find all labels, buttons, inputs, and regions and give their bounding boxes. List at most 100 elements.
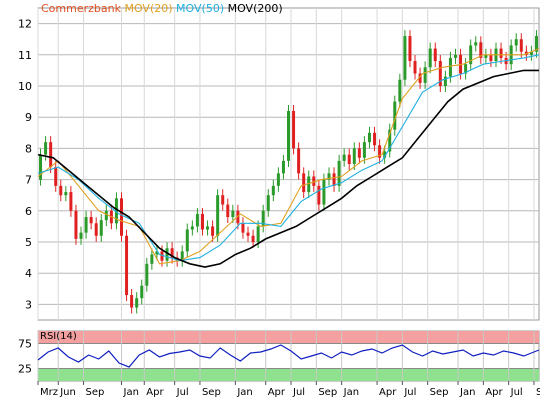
candle-body <box>357 148 361 158</box>
price-tick-label: 6 <box>25 205 32 218</box>
x-tick-label: Jul <box>292 387 305 398</box>
candle-body <box>216 195 220 236</box>
x-tick-label: Apr <box>485 387 503 398</box>
x-tick-label: Sep <box>318 387 337 398</box>
candle-body <box>474 42 478 46</box>
candle-body <box>190 226 194 230</box>
candle-body <box>69 192 73 211</box>
candle-body <box>49 142 53 168</box>
candle-body <box>211 226 215 236</box>
legend-entry: Commerzbank <box>41 2 122 15</box>
candle-body <box>104 210 108 221</box>
legend-entry: MOV(20) <box>121 2 173 15</box>
candle-body <box>297 148 301 174</box>
price-tick-label: 10 <box>18 80 32 93</box>
candle-body <box>130 295 134 308</box>
candle-body <box>99 220 103 236</box>
candle-body <box>226 204 230 218</box>
price-tick-label: 12 <box>18 18 32 31</box>
candle-body <box>206 226 210 230</box>
candle-body <box>195 213 199 227</box>
candle-body <box>362 142 366 158</box>
legend-entry: MOV(200) <box>224 2 283 15</box>
candle-body <box>125 235 129 296</box>
candle-body <box>89 217 93 224</box>
price-tick-label: 3 <box>25 298 32 311</box>
x-tick-label: Sep <box>430 387 449 398</box>
x-tick-label: Jan <box>236 387 252 398</box>
candle-body <box>367 132 371 143</box>
candle-body <box>74 210 78 239</box>
candle-body <box>231 210 235 218</box>
candle-body <box>276 173 280 186</box>
candle-body <box>292 110 296 149</box>
legend-entry: MOV(50) <box>173 2 225 15</box>
candle-body <box>352 148 356 164</box>
x-tick-label: Mrz <box>40 387 58 398</box>
candle-body <box>337 160 341 186</box>
price-tick-label: 11 <box>18 49 32 62</box>
x-tick-label: Jul <box>510 387 523 398</box>
candle-body <box>145 263 149 286</box>
rsi-label: RSI(14) <box>40 331 77 342</box>
candle-body <box>221 195 225 205</box>
candle-body <box>398 79 402 102</box>
candle-body <box>241 223 245 233</box>
candle-body <box>373 132 377 146</box>
candle-body <box>64 192 68 196</box>
price-tick-label: 9 <box>25 111 32 124</box>
candle-body <box>251 235 255 242</box>
rsi-oversold-zone <box>38 368 539 381</box>
candle-body <box>59 185 63 196</box>
candle-body <box>94 223 98 236</box>
candle-body <box>332 173 336 186</box>
x-tick-label: Jun <box>59 387 76 398</box>
candle-body <box>150 254 154 264</box>
price-tick-label: 4 <box>25 267 32 280</box>
candle-body <box>200 213 204 230</box>
candle-body <box>140 285 144 299</box>
candle-body <box>514 39 518 46</box>
candle-body <box>256 226 260 242</box>
candle-body <box>448 57 452 77</box>
candle-body <box>428 48 432 68</box>
candle-body <box>246 232 250 236</box>
candle-body <box>433 48 437 62</box>
price-tick-label: 5 <box>25 236 32 249</box>
candle-body <box>519 39 523 52</box>
rsi-tick-label: 75 <box>18 338 32 351</box>
candle-body <box>454 54 457 58</box>
x-tick-label: Sep <box>86 387 105 398</box>
x-tick-label: Sep <box>202 387 221 398</box>
candle-body <box>84 217 88 233</box>
candle-body <box>54 167 58 186</box>
x-tick-label: Jul <box>403 387 416 398</box>
candle-body <box>322 179 326 205</box>
x-tick-label: Jul <box>176 387 189 398</box>
candle-body <box>79 232 83 239</box>
x-tick-label: Jan <box>459 387 475 398</box>
candle-body <box>281 160 285 174</box>
x-tick-label: Jan <box>343 387 359 398</box>
candle-body <box>342 154 346 161</box>
candle-body <box>499 48 503 58</box>
candle-body <box>403 36 407 80</box>
candle-body <box>271 185 275 196</box>
rsi-overbought-zone <box>38 331 539 344</box>
candle-body <box>423 67 427 83</box>
candle-body <box>135 298 139 308</box>
candle-body <box>120 198 123 236</box>
candle-body <box>317 185 321 205</box>
x-axis: Mrz Jun Sep Jan Apr Jul Sep Jan Apr Jul Sep Jan Apr J… <box>37 381 540 398</box>
legend: Commerzbank MOV(20) MOV(50) MOV(200) <box>41 2 283 15</box>
x-tick-label: Apr <box>379 387 397 398</box>
price-tick-label: 8 <box>25 142 32 155</box>
candle-body <box>302 173 306 193</box>
x-tick-label: Sep <box>536 387 540 398</box>
candle-body <box>489 54 493 62</box>
candle-body <box>266 195 270 211</box>
x-tick-label: Apr <box>268 387 286 398</box>
candle-body <box>44 142 48 155</box>
price-tick-label: 7 <box>25 174 32 187</box>
candle-body <box>347 154 351 164</box>
